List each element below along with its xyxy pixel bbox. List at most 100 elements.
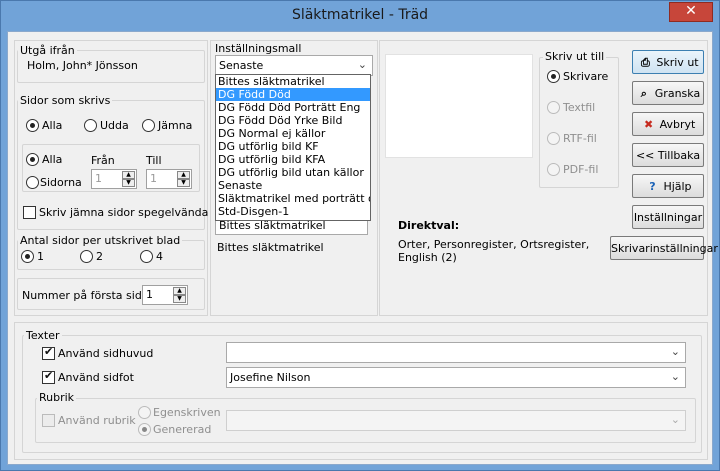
template-behind-label: Bittes släktmatrikel (217, 241, 324, 254)
from-value: 1 (95, 172, 102, 185)
dialog-window: Släktmatrikel - Träd ✕ Utgå ifrån Holm, … (0, 0, 720, 471)
chevron-down-icon: ⌄ (670, 370, 680, 383)
per-sheet-label: Antal sidor per utskrivet blad (18, 234, 183, 247)
cancel-button[interactable]: ✖ Avbryt (632, 112, 704, 136)
mirror-checkbox[interactable] (23, 206, 36, 219)
cancel-x-icon: ✖ (644, 118, 654, 131)
template-option[interactable]: DG Normal ej källor (216, 127, 370, 140)
mirror-label: Skriv jämna sidor spegelvända (39, 206, 209, 219)
output-rtf-radio[interactable] (547, 132, 560, 145)
settings-button-label: Inställningar (633, 211, 703, 224)
per-sheet-4-radio[interactable] (140, 250, 153, 263)
direct-text-line2: English (2) (398, 251, 457, 264)
printer-icon: ⎙ (640, 56, 650, 69)
output-pdf-label: PDF-fil (563, 163, 599, 176)
rubric-generated-radio[interactable] (138, 423, 151, 436)
first-page-up-arrow-icon[interactable]: ▲ (173, 287, 186, 295)
output-rtf-label: RTF-fil (563, 132, 597, 145)
template-option[interactable]: Bittes släktmatrikel (216, 75, 370, 88)
settings-button[interactable]: Inställningar (632, 205, 704, 229)
source-label: Utgå ifrån (18, 44, 77, 57)
template-option-highlighted[interactable]: DG Född Död (216, 88, 370, 101)
per-sheet-4-label: 4 (156, 250, 163, 263)
template-label: Inställningsmall (215, 42, 302, 55)
output-pdf-radio[interactable] (547, 163, 560, 176)
source-value: Holm, John* Jönsson (27, 59, 138, 72)
template-select[interactable]: Senaste ⌄ (215, 55, 373, 76)
per-sheet-2-radio[interactable] (80, 250, 93, 263)
direct-label: Direktval: (398, 219, 460, 232)
title-bar: Släktmatrikel - Träd ✕ (1, 1, 719, 31)
template-option[interactable]: DG utförlig bild utan källor (216, 166, 370, 179)
print-button[interactable]: ⎙ Skriv ut (632, 50, 704, 74)
pages-even-radio[interactable] (142, 119, 155, 132)
range-pages-label: Sidorna (40, 176, 82, 189)
rubric-label: Rubrik (37, 391, 77, 404)
back-button-label: << Tillbaka (635, 149, 701, 162)
window-title: Släktmatrikel - Träd (291, 7, 429, 23)
to-down-arrow-icon[interactable]: ▼ (177, 179, 190, 187)
printer-settings-button[interactable]: Skrivarinställningar (610, 236, 718, 260)
from-down-arrow-icon[interactable]: ▼ (122, 179, 135, 187)
first-page-value: 1 (146, 288, 153, 301)
first-page-label: Nummer på första sidan (22, 289, 156, 302)
close-button[interactable]: ✕ (669, 2, 713, 22)
rubric-checkbox[interactable] (42, 414, 55, 427)
from-spinner[interactable]: 1 ▲ ▼ (91, 169, 137, 189)
from-up-arrow-icon[interactable]: ▲ (122, 171, 135, 179)
header-label: Använd sidhuvud (58, 347, 154, 360)
output-printer-label: Skrivare (563, 70, 609, 83)
template-option[interactable]: Senaste (216, 179, 370, 192)
first-page-down-arrow-icon[interactable]: ▼ (173, 295, 186, 303)
pages-even-label: Jämna (158, 119, 193, 132)
rubric-custom-radio[interactable] (138, 406, 151, 419)
range-pages-radio[interactable] (26, 176, 39, 189)
output-printer-radio[interactable] (547, 70, 560, 83)
to-up-arrow-icon[interactable]: ▲ (177, 171, 190, 179)
rubric-generated-label: Genererad (153, 423, 212, 436)
pages-all-label: Alla (42, 119, 63, 132)
print-button-label: Skriv ut (656, 56, 699, 69)
from-label: Från (91, 154, 115, 167)
header-checkbox[interactable] (42, 345, 55, 360)
output-text-radio[interactable] (547, 101, 560, 114)
output-label: Skriv ut till (543, 50, 607, 63)
first-page-spinner[interactable]: 1 ▲ ▼ (142, 285, 188, 305)
rubric-use-label: Använd rubrik (58, 414, 136, 427)
footer-label: Använd sidfot (58, 371, 134, 384)
chevron-down-icon: ⌄ (357, 58, 367, 71)
to-value: 1 (150, 172, 157, 185)
range-all-radio[interactable] (26, 153, 39, 166)
range-all-label: Alla (42, 153, 63, 166)
back-button[interactable]: << Tillbaka (632, 143, 704, 167)
pages-label: Sidor som skrivs (18, 94, 113, 107)
pages-odd-label: Udda (100, 119, 129, 132)
footer-select[interactable]: Josefine Nilson ⌄ (226, 367, 686, 388)
chevron-down-icon: ⌄ (670, 413, 680, 426)
to-spinner[interactable]: 1 ▲ ▼ (146, 169, 192, 189)
chevron-down-icon: ⌄ (670, 345, 680, 358)
template-option[interactable]: DG Född Död Yrke Bild (216, 114, 370, 127)
per-sheet-1-label: 1 (37, 250, 44, 263)
template-option[interactable]: DG utförlig bild KFA (216, 153, 370, 166)
preview-button[interactable]: ⌕ Granska (632, 81, 704, 105)
rubric-select[interactable]: ⌄ (226, 410, 686, 431)
template-option[interactable]: Släktmatrikel med porträtt och b (216, 192, 370, 205)
template-selected: Senaste (219, 59, 264, 72)
pages-all-radio[interactable] (26, 119, 39, 132)
header-select[interactable]: ⌄ (226, 342, 686, 363)
texts-label: Texter (24, 329, 62, 342)
footer-checkbox[interactable] (42, 369, 55, 384)
rubric-custom-label: Egenskriven (153, 406, 221, 419)
template-option[interactable]: DG Född Död Porträtt Eng (216, 101, 370, 114)
per-sheet-1-radio[interactable] (21, 250, 34, 263)
template-dropdown-list: Bittes släktmatrikel DG Född Död DG Född… (215, 74, 371, 221)
to-label: Till (146, 154, 162, 167)
template-option[interactable]: Std-Disgen-1 (216, 205, 370, 218)
preview-area (385, 54, 533, 158)
pages-odd-radio[interactable] (84, 119, 97, 132)
help-button-label: Hjälp (663, 180, 692, 193)
help-button[interactable]: ? Hjälp (632, 174, 704, 198)
help-icon: ? (649, 180, 656, 193)
template-option[interactable]: DG utförlig bild KF (216, 140, 370, 153)
